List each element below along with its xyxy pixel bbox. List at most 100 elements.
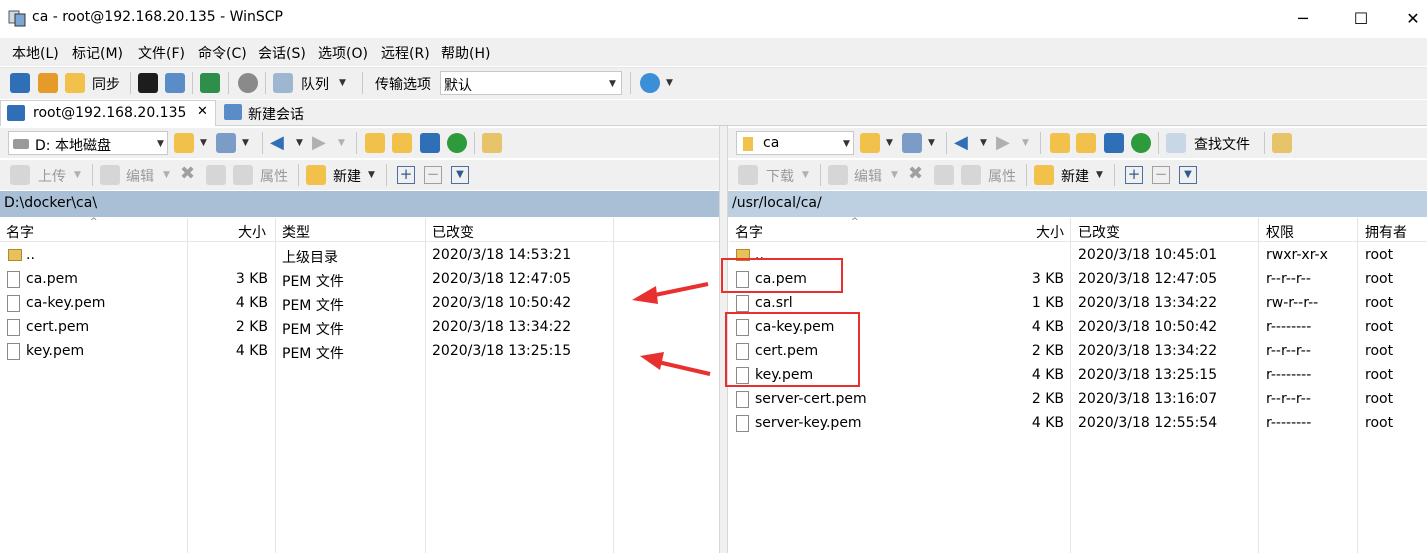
right-folder-select[interactable]: ca ▼ bbox=[736, 131, 854, 155]
menu-file[interactable]: 文件(F) bbox=[138, 43, 185, 63]
download-icon[interactable] bbox=[738, 165, 758, 185]
chevron-down-icon[interactable]: ▼ bbox=[891, 170, 898, 180]
queue-icon[interactable] bbox=[273, 73, 293, 93]
chevron-down-icon[interactable]: ▼ bbox=[242, 138, 249, 148]
root-dir-icon[interactable] bbox=[392, 133, 412, 153]
chevron-down-icon[interactable]: ▼ bbox=[886, 138, 893, 148]
delete-icon[interactable]: ✖ bbox=[180, 163, 195, 184]
refresh-icon[interactable] bbox=[447, 133, 467, 153]
menu-remote[interactable]: 远程(R) bbox=[381, 43, 430, 63]
col-name[interactable]: 名字 bbox=[735, 222, 763, 242]
chevron-down-icon[interactable]: ▼ bbox=[163, 170, 170, 180]
properties-icon[interactable] bbox=[233, 165, 253, 185]
chevron-down-icon[interactable]: ▼ bbox=[666, 78, 673, 88]
unselect-all-icon[interactable]: − bbox=[424, 166, 442, 184]
tree-icon[interactable] bbox=[482, 133, 502, 153]
filter-icon[interactable] bbox=[216, 133, 236, 153]
forward-arrow-icon[interactable]: ▶ bbox=[312, 132, 326, 153]
select-all-icon[interactable]: + bbox=[397, 166, 415, 184]
close-button[interactable]: ✕ bbox=[1384, 0, 1427, 36]
table-row[interactable]: server-cert.pem 2 KB 2020/3/18 13:16:07 … bbox=[729, 388, 1427, 412]
chevron-down-icon[interactable]: ▼ bbox=[296, 138, 303, 148]
col-permissions[interactable]: 权限 bbox=[1266, 222, 1294, 242]
refresh-icon[interactable] bbox=[1131, 133, 1151, 153]
chevron-down-icon[interactable]: ▼ bbox=[928, 138, 935, 148]
minimize-button[interactable]: ─ bbox=[1274, 0, 1332, 36]
chevron-down-icon[interactable]: ▼ bbox=[74, 170, 81, 180]
col-name[interactable]: 名字 bbox=[6, 222, 34, 242]
close-tab-icon[interactable]: ✕ bbox=[197, 104, 208, 119]
table-row[interactable]: cert.pem 2 KB PEM 文件 2020/3/18 13:34:22 bbox=[0, 316, 719, 340]
forward-arrow-icon[interactable]: ▶ bbox=[996, 132, 1010, 153]
parent-dir-icon[interactable] bbox=[365, 133, 385, 153]
putty-icon[interactable] bbox=[165, 73, 185, 93]
invert-selection-icon[interactable]: ▼ bbox=[451, 166, 469, 184]
chevron-down-icon[interactable]: ▼ bbox=[1096, 170, 1103, 180]
edit-icon[interactable] bbox=[100, 165, 120, 185]
new-folder-icon[interactable] bbox=[1034, 165, 1054, 185]
chevron-down-icon[interactable]: ▼ bbox=[339, 78, 346, 88]
rename-icon[interactable] bbox=[206, 165, 226, 185]
left-path-bar[interactable]: D:\docker\ca\ bbox=[0, 191, 719, 217]
sync-panels-icon[interactable] bbox=[200, 73, 220, 93]
home-icon[interactable] bbox=[1104, 133, 1124, 153]
find-files-button[interactable]: 查找文件 bbox=[1194, 134, 1250, 154]
back-arrow-icon[interactable]: ◀ bbox=[954, 132, 968, 153]
edit-button[interactable]: 编辑 bbox=[126, 166, 154, 186]
edit-button[interactable]: 编辑 bbox=[854, 166, 882, 186]
properties-button[interactable]: 属性 bbox=[260, 166, 288, 186]
table-row[interactable]: server-key.pem 4 KB 2020/3/18 12:55:54 r… bbox=[729, 412, 1427, 436]
properties-icon[interactable] bbox=[961, 165, 981, 185]
table-row[interactable]: key.pem 4 KB PEM 文件 2020/3/18 13:25:15 bbox=[0, 340, 719, 364]
back-arrow-icon[interactable]: ◀ bbox=[270, 132, 284, 153]
rename-icon[interactable] bbox=[934, 165, 954, 185]
chevron-down-icon[interactable]: ▼ bbox=[157, 139, 164, 149]
console-icon[interactable] bbox=[138, 73, 158, 93]
globe-icon[interactable] bbox=[640, 73, 660, 93]
edit-icon[interactable] bbox=[828, 165, 848, 185]
synchronize-icon[interactable] bbox=[65, 73, 85, 93]
chevron-down-icon[interactable]: ▼ bbox=[802, 170, 809, 180]
tab-new-session[interactable]: 新建会话 bbox=[218, 100, 314, 126]
menu-options[interactable]: 选项(O) bbox=[318, 43, 368, 63]
upload-button[interactable]: 上传 bbox=[38, 166, 66, 186]
col-owner[interactable]: 拥有者 bbox=[1365, 222, 1407, 242]
menu-session[interactable]: 会话(S) bbox=[258, 43, 306, 63]
delete-icon[interactable]: ✖ bbox=[908, 163, 923, 184]
open-folder-icon[interactable] bbox=[174, 133, 194, 153]
open-folder-icon[interactable] bbox=[860, 133, 880, 153]
tree-icon[interactable] bbox=[1272, 133, 1292, 153]
right-path-bar[interactable]: /usr/local/ca/ bbox=[728, 191, 1427, 217]
table-row[interactable]: .. 上级目录 2020/3/18 14:53:21 bbox=[0, 244, 719, 268]
chevron-down-icon[interactable]: ▼ bbox=[1022, 138, 1029, 148]
col-type[interactable]: 类型 bbox=[282, 222, 310, 242]
chevron-down-icon[interactable]: ▼ bbox=[980, 138, 987, 148]
chevron-down-icon[interactable]: ▼ bbox=[609, 79, 616, 89]
new-button[interactable]: 新建 bbox=[1061, 166, 1089, 186]
maximize-button[interactable]: ☐ bbox=[1332, 0, 1390, 36]
col-changed[interactable]: 已改变 bbox=[1078, 222, 1120, 242]
table-row[interactable]: ca-key.pem 4 KB PEM 文件 2020/3/18 10:50:4… bbox=[0, 292, 719, 316]
home-icon[interactable] bbox=[420, 133, 440, 153]
left-drive-select[interactable]: D: 本地磁盘 ▼ bbox=[8, 131, 168, 155]
unselect-all-icon[interactable]: − bbox=[1152, 166, 1170, 184]
menu-help[interactable]: 帮助(H) bbox=[441, 43, 490, 63]
menu-commands[interactable]: 命令(C) bbox=[198, 43, 247, 63]
sync-browse-icon[interactable] bbox=[38, 73, 58, 93]
new-folder-icon[interactable] bbox=[306, 165, 326, 185]
table-row[interactable]: ca.pem 3 KB PEM 文件 2020/3/18 12:47:05 bbox=[0, 268, 719, 292]
root-dir-icon[interactable] bbox=[1076, 133, 1096, 153]
chevron-down-icon[interactable]: ▼ bbox=[338, 138, 345, 148]
col-size[interactable]: 大小 bbox=[1036, 222, 1064, 242]
chevron-down-icon[interactable]: ▼ bbox=[368, 170, 375, 180]
queue-label[interactable]: 队列 bbox=[301, 74, 329, 94]
chevron-down-icon[interactable]: ▼ bbox=[200, 138, 207, 148]
new-button[interactable]: 新建 bbox=[333, 166, 361, 186]
menu-local[interactable]: 本地(L) bbox=[12, 43, 59, 63]
upload-icon[interactable] bbox=[10, 165, 30, 185]
find-files-icon[interactable] bbox=[1166, 133, 1186, 153]
compare-dirs-icon[interactable] bbox=[10, 73, 30, 93]
properties-button[interactable]: 属性 bbox=[988, 166, 1016, 186]
transfer-settings-select[interactable]: 默认 ▼ bbox=[440, 71, 622, 95]
synchronize-label[interactable]: 同步 bbox=[92, 74, 120, 94]
